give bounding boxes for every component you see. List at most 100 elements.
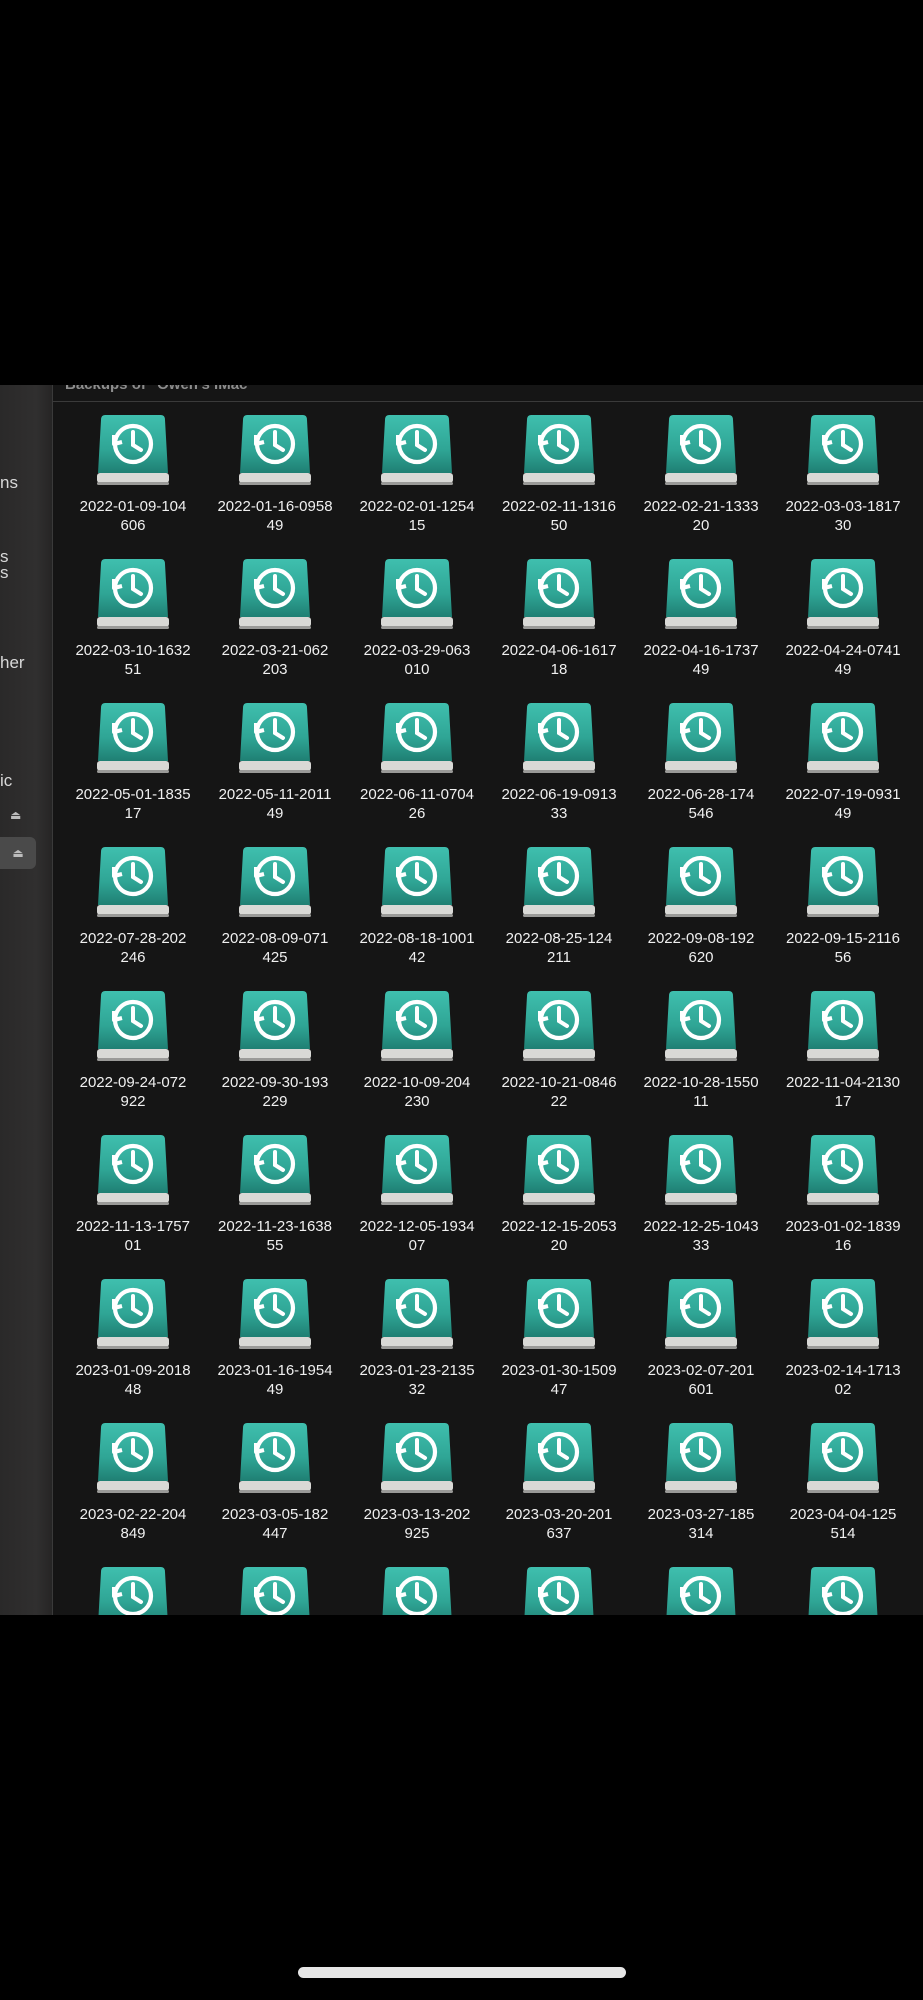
time-machine-drive-icon[interactable] xyxy=(663,843,739,921)
time-machine-drive-icon[interactable] xyxy=(95,1275,171,1353)
backup-item[interactable]: 2022-02-21-1333 20 xyxy=(631,409,771,552)
backup-item[interactable]: 2022-12-15-2053 20 xyxy=(489,1129,629,1272)
backup-item[interactable]: 2022-03-10-1632 51 xyxy=(63,553,203,696)
time-machine-drive-icon[interactable] xyxy=(237,843,313,921)
backup-item[interactable]: 2022-02-01-1254 15 xyxy=(347,409,487,552)
time-machine-drive-icon[interactable] xyxy=(95,1563,171,1615)
time-machine-drive-icon[interactable] xyxy=(805,699,881,777)
backup-item[interactable]: 2022-09-08-192 620 xyxy=(631,841,771,984)
backup-item[interactable]: 2022-08-18-1001 42 xyxy=(347,841,487,984)
eject-icon[interactable]: ⏏ xyxy=(10,808,21,822)
time-machine-drive-icon[interactable] xyxy=(379,1563,455,1615)
time-machine-drive-icon[interactable] xyxy=(379,843,455,921)
sidebar-item-label[interactable]: s xyxy=(0,563,9,583)
time-machine-drive-icon[interactable] xyxy=(805,987,881,1065)
time-machine-drive-icon[interactable] xyxy=(805,1275,881,1353)
time-machine-drive-icon[interactable] xyxy=(521,1275,597,1353)
time-machine-drive-icon[interactable] xyxy=(379,987,455,1065)
backup-item[interactable]: 2022-07-28-202 246 xyxy=(63,841,203,984)
backup-item[interactable]: 2023-04-04-125 514 xyxy=(773,1417,913,1560)
time-machine-drive-icon[interactable] xyxy=(237,555,313,633)
time-machine-drive-icon[interactable] xyxy=(237,1563,313,1615)
backup-item[interactable]: 2022-10-28-1550 11 xyxy=(631,985,771,1128)
time-machine-drive-icon[interactable] xyxy=(95,1131,171,1209)
time-machine-drive-icon[interactable] xyxy=(237,1131,313,1209)
sidebar-item-label[interactable]: her xyxy=(0,653,25,673)
backup-item[interactable]: 2022-06-11-0704 26 xyxy=(347,697,487,840)
backup-item[interactable]: 2022-10-09-204 230 xyxy=(347,985,487,1128)
backup-item[interactable] xyxy=(347,1561,487,1615)
backup-item[interactable]: 2022-06-19-0913 33 xyxy=(489,697,629,840)
time-machine-drive-icon[interactable] xyxy=(805,1563,881,1615)
time-machine-drive-icon[interactable] xyxy=(663,411,739,489)
time-machine-drive-icon[interactable] xyxy=(663,699,739,777)
time-machine-drive-icon[interactable] xyxy=(521,699,597,777)
time-machine-drive-icon[interactable] xyxy=(95,1419,171,1497)
backup-item[interactable]: 2023-03-20-201 637 xyxy=(489,1417,629,1560)
time-machine-drive-icon[interactable] xyxy=(237,699,313,777)
time-machine-drive-icon[interactable] xyxy=(805,411,881,489)
sidebar-item-label[interactable]: ic xyxy=(0,771,12,791)
time-machine-drive-icon[interactable] xyxy=(95,987,171,1065)
sidebar-item-selected[interactable]: ⏏ xyxy=(0,837,36,869)
backup-item[interactable]: 2022-08-25-124 211 xyxy=(489,841,629,984)
backup-item[interactable]: 2022-12-05-1934 07 xyxy=(347,1129,487,1272)
backup-item[interactable]: 2022-09-30-193 229 xyxy=(205,985,345,1128)
time-machine-drive-icon[interactable] xyxy=(663,1563,739,1615)
backup-item[interactable]: 2023-02-07-201 601 xyxy=(631,1273,771,1416)
time-machine-drive-icon[interactable] xyxy=(663,1419,739,1497)
backup-item[interactable]: 2022-11-13-1757 01 xyxy=(63,1129,203,1272)
backup-item[interactable]: 2023-01-23-2135 32 xyxy=(347,1273,487,1416)
time-machine-drive-icon[interactable] xyxy=(379,1419,455,1497)
time-machine-drive-icon[interactable] xyxy=(379,1275,455,1353)
time-machine-drive-icon[interactable] xyxy=(521,555,597,633)
backup-item[interactable]: 2022-09-24-072 922 xyxy=(63,985,203,1128)
backup-item[interactable]: 2022-03-03-1817 30 xyxy=(773,409,913,552)
eject-icon[interactable]: ⏏ xyxy=(12,846,23,860)
time-machine-drive-icon[interactable] xyxy=(379,555,455,633)
backup-item[interactable]: 2022-11-23-1638 55 xyxy=(205,1129,345,1272)
backup-item[interactable]: 2023-01-02-1839 16 xyxy=(773,1129,913,1272)
backup-item[interactable] xyxy=(631,1561,771,1615)
backup-item[interactable]: 2023-02-22-204 849 xyxy=(63,1417,203,1560)
backup-item[interactable] xyxy=(205,1561,345,1615)
backup-item[interactable] xyxy=(63,1561,203,1615)
time-machine-drive-icon[interactable] xyxy=(95,699,171,777)
time-machine-drive-icon[interactable] xyxy=(805,843,881,921)
time-machine-drive-icon[interactable] xyxy=(663,1131,739,1209)
backup-item[interactable] xyxy=(489,1561,629,1615)
time-machine-drive-icon[interactable] xyxy=(663,987,739,1065)
backup-item[interactable]: 2022-11-04-2130 17 xyxy=(773,985,913,1128)
backup-item[interactable]: 2022-04-16-1737 49 xyxy=(631,553,771,696)
backup-item[interactable]: 2023-01-16-1954 49 xyxy=(205,1273,345,1416)
backup-item[interactable]: 2022-01-16-0958 49 xyxy=(205,409,345,552)
time-machine-drive-icon[interactable] xyxy=(95,411,171,489)
time-machine-drive-icon[interactable] xyxy=(379,699,455,777)
backup-item[interactable]: 2022-10-21-0846 22 xyxy=(489,985,629,1128)
backup-item[interactable]: 2022-09-15-2116 56 xyxy=(773,841,913,984)
backup-item[interactable] xyxy=(773,1561,913,1615)
backup-item[interactable]: 2022-06-28-174 546 xyxy=(631,697,771,840)
backup-item[interactable]: 2022-05-11-2011 49 xyxy=(205,697,345,840)
backup-item[interactable]: 2023-03-13-202 925 xyxy=(347,1417,487,1560)
time-machine-drive-icon[interactable] xyxy=(95,555,171,633)
time-machine-drive-icon[interactable] xyxy=(379,1131,455,1209)
time-machine-drive-icon[interactable] xyxy=(663,555,739,633)
sidebar-item-label[interactable]: ns xyxy=(0,473,18,493)
time-machine-drive-icon[interactable] xyxy=(521,411,597,489)
time-machine-drive-icon[interactable] xyxy=(379,411,455,489)
backup-item[interactable]: 2022-03-29-063 010 xyxy=(347,553,487,696)
time-machine-drive-icon[interactable] xyxy=(521,1131,597,1209)
backup-item[interactable]: 2023-03-27-185 314 xyxy=(631,1417,771,1560)
backup-item[interactable]: 2023-01-30-1509 47 xyxy=(489,1273,629,1416)
backup-item[interactable]: 2023-03-05-182 447 xyxy=(205,1417,345,1560)
time-machine-drive-icon[interactable] xyxy=(805,1419,881,1497)
backup-item[interactable]: 2023-02-14-1713 02 xyxy=(773,1273,913,1416)
backup-item[interactable]: 2022-12-25-1043 33 xyxy=(631,1129,771,1272)
time-machine-drive-icon[interactable] xyxy=(663,1275,739,1353)
time-machine-drive-icon[interactable] xyxy=(237,1275,313,1353)
time-machine-drive-icon[interactable] xyxy=(521,987,597,1065)
time-machine-drive-icon[interactable] xyxy=(237,987,313,1065)
backup-item[interactable]: 2022-04-24-0741 49 xyxy=(773,553,913,696)
time-machine-drive-icon[interactable] xyxy=(805,555,881,633)
